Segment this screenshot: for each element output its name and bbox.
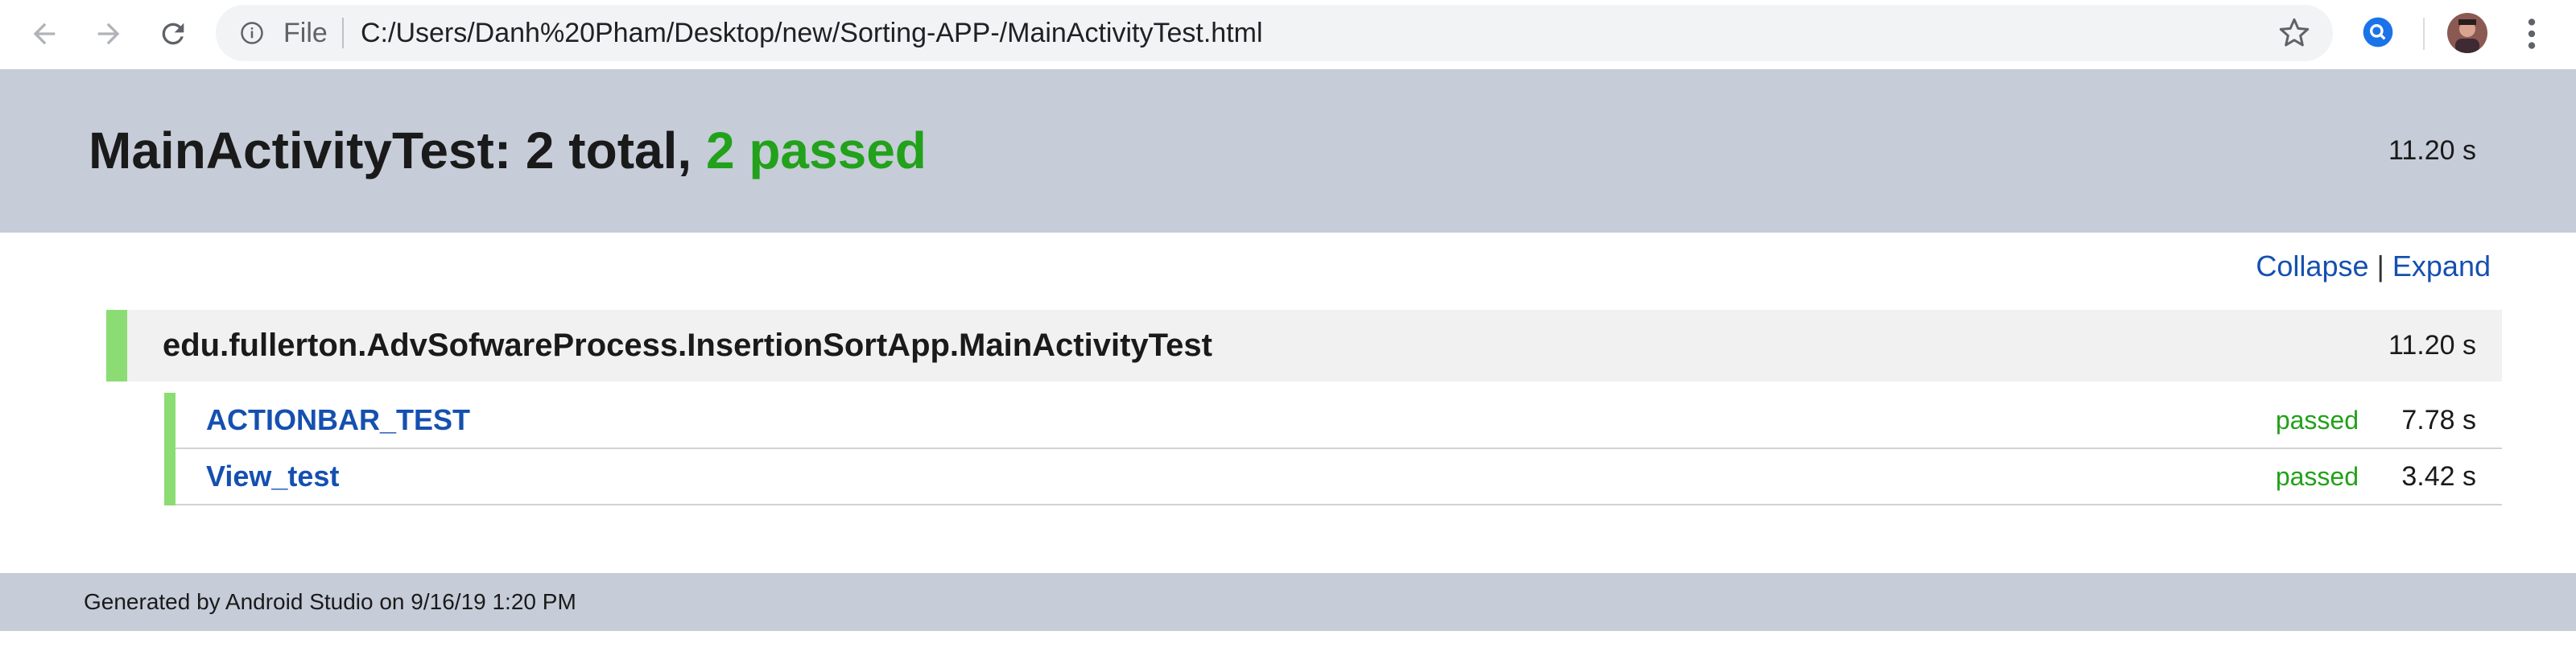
expand-link[interactable]: Expand <box>2392 250 2491 283</box>
suite-status-bar <box>106 310 127 381</box>
test-status: passed <box>2275 462 2359 491</box>
report-header: MainActivityTest: 2 total, 2 passed 11.2… <box>0 69 2576 233</box>
test-name-link[interactable]: ACTIONBAR_TEST <box>206 393 470 447</box>
forward-arrow-icon[interactable] <box>89 14 129 54</box>
collapse-expand-controls: Collapse | Expand <box>2256 246 2491 287</box>
test-status: passed <box>2275 406 2359 435</box>
info-icon[interactable] <box>240 21 264 45</box>
url-text[interactable]: C:/Users/Danh%20Pham/Desktop/new/Sorting… <box>361 5 1263 61</box>
report-footer: Generated by Android Studio on 9/16/19 1… <box>0 573 2576 631</box>
total-duration: 11.20 s <box>2388 135 2476 166</box>
test-name-link[interactable]: View_test <box>206 449 339 504</box>
reload-icon[interactable] <box>153 14 193 54</box>
address-bar[interactable]: File C:/Users/Danh%20Pham/Desktop/new/So… <box>216 5 2333 61</box>
avatar[interactable] <box>2447 13 2487 53</box>
file-label: File <box>283 18 328 48</box>
title-summary: MainActivityTest: 2 total, <box>89 122 706 179</box>
passed-count: 2 passed <box>705 122 927 179</box>
search-extension-icon[interactable] <box>2362 16 2394 48</box>
suite-name: edu.fullerton.AdvSofwareProcess.Insertio… <box>163 328 1212 363</box>
test-status-bar <box>164 449 175 505</box>
test-row: View_test passed 3.42 s <box>164 449 2502 505</box>
toolbar-separator <box>2423 18 2425 50</box>
browser-toolbar: File C:/Users/Danh%20Pham/Desktop/new/So… <box>0 0 2576 69</box>
test-list: ACTIONBAR_TEST passed 7.78 s View_test p… <box>164 393 2502 505</box>
collapse-link[interactable]: Collapse <box>2256 250 2368 283</box>
kebab-menu-icon[interactable] <box>2512 14 2552 54</box>
back-arrow-icon[interactable] <box>24 14 64 54</box>
suite-duration: 11.20 s <box>2388 330 2476 361</box>
footer-text: Generated by Android Studio on 9/16/19 1… <box>84 589 576 614</box>
star-icon[interactable] <box>2278 17 2310 49</box>
test-status-bar <box>164 393 175 449</box>
page-title: MainActivityTest: 2 total, 2 passed <box>89 69 927 233</box>
test-duration: 7.78 s <box>2401 405 2476 435</box>
test-row: ACTIONBAR_TEST passed 7.78 s <box>164 393 2502 449</box>
toggle-separator: | <box>2376 250 2384 283</box>
omnibox-divider <box>342 18 344 48</box>
test-duration: 3.42 s <box>2401 461 2476 492</box>
test-suite-row[interactable]: edu.fullerton.AdvSofwareProcess.Insertio… <box>106 310 2502 381</box>
